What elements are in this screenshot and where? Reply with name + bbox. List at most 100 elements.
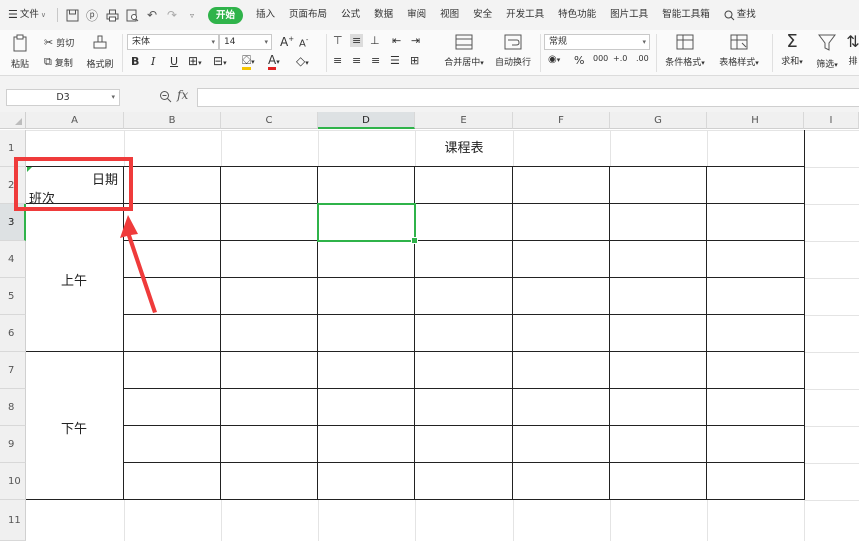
tab-security[interactable]: 安全 — [466, 0, 499, 30]
row-header-7[interactable]: 7 — [0, 352, 26, 389]
table-border — [123, 240, 805, 241]
print-icon[interactable] — [104, 7, 120, 23]
wrap-text-button[interactable]: 自动换行 — [492, 34, 534, 68]
zoom-lookup-icon[interactable] — [159, 90, 172, 106]
sum-button[interactable]: Σ 求和▾ — [778, 32, 806, 68]
font-name-select[interactable]: 宋体 ▾ — [127, 34, 219, 50]
sum-label: 求和▾ — [781, 57, 803, 67]
increase-font-button[interactable]: A+ — [280, 35, 294, 49]
decrease-decimal-button[interactable]: .00 — [636, 54, 649, 63]
tab-insert[interactable]: 插入 — [249, 0, 282, 30]
cut-button[interactable]: ✂ 剪切 — [44, 36, 74, 49]
name-box[interactable]: D3 ▾ — [6, 89, 120, 106]
search-command[interactable]: 查找 — [717, 0, 763, 30]
gridline — [124, 500, 125, 541]
table-title: 课程表 — [444, 141, 484, 156]
print-preview-icon[interactable] — [124, 7, 140, 23]
column-header-d[interactable]: D — [318, 112, 415, 129]
indent-increase-icon[interactable]: ⇥ — [411, 34, 420, 47]
tab-data[interactable]: 数据 — [367, 0, 400, 30]
format-painter-button[interactable]: 格式刷 — [84, 34, 116, 70]
row-header-11[interactable]: 11 — [0, 500, 26, 541]
format-painter-label: 格式刷 — [86, 60, 114, 70]
customize-dropdown-icon[interactable]: ▿ — [184, 7, 200, 23]
align-left-icon[interactable]: ≡ — [333, 54, 342, 67]
export-icon[interactable]: ⓟ — [84, 7, 100, 23]
column-header-g[interactable]: G — [610, 112, 707, 129]
thousands-button[interactable]: 000 — [593, 54, 608, 63]
table-style-button[interactable]: 表格样式▾ — [714, 34, 764, 68]
align-middle-icon[interactable]: ≡ — [350, 34, 364, 47]
column-header-e[interactable]: E — [415, 112, 513, 129]
percent-button[interactable]: % — [574, 54, 584, 67]
search-icon — [724, 10, 735, 20]
menu-bar: ☰ 文件 ∨ ⓟ ↶ ↷ ▿ 开始 插入 页面布局 公式 数据 审阅 视图 安全… — [0, 0, 859, 30]
insert-function-button[interactable]: fx — [177, 88, 188, 102]
underline-button[interactable]: U — [170, 55, 178, 68]
column-header-a[interactable]: A — [26, 112, 124, 129]
row-header-6[interactable]: 6 — [0, 315, 26, 352]
font-name-value: 宋体 — [132, 37, 151, 47]
filter-button[interactable]: 筛选▾ — [812, 32, 842, 70]
column-header-f[interactable]: F — [513, 112, 610, 129]
tab-formulas[interactable]: 公式 — [334, 0, 367, 30]
distributed-icon[interactable]: ⊞ — [410, 54, 419, 67]
redo-icon[interactable]: ↷ — [164, 7, 180, 23]
align-bottom-icon[interactable]: ⊥ — [370, 34, 380, 47]
column-header-i[interactable]: I — [804, 112, 859, 129]
row-header-5[interactable]: 5 — [0, 278, 26, 315]
italic-button[interactable]: I — [151, 55, 155, 68]
align-center-icon[interactable]: ≡ — [352, 54, 361, 67]
cut-label: 剪切 — [56, 39, 75, 49]
font-color-button[interactable]: A▾ — [268, 53, 280, 70]
chevron-down-icon: ▾ — [211, 38, 215, 46]
conditional-format-button[interactable]: 条件格式▾ — [660, 34, 710, 68]
row-header-10[interactable]: 10 — [0, 463, 26, 500]
tab-view[interactable]: 视图 — [433, 0, 466, 30]
column-header-b[interactable]: B — [124, 112, 221, 129]
chevron-down-icon: ▾ — [642, 38, 646, 46]
increase-decimal-button[interactable]: +.0 — [613, 54, 627, 63]
indent-decrease-icon[interactable]: ⇤ — [392, 34, 401, 47]
borders-button[interactable]: ⊞▾ — [188, 54, 202, 68]
justify-icon[interactable]: ☰ — [390, 54, 400, 67]
undo-icon[interactable]: ↶ — [144, 7, 160, 23]
align-right-icon[interactable]: ≡ — [371, 54, 380, 67]
tab-picture-tools[interactable]: 图片工具 — [603, 0, 655, 30]
clear-format-button[interactable]: ◇▾ — [296, 54, 309, 68]
file-menu[interactable]: ☰ 文件 ∨ — [0, 0, 53, 30]
tab-developer[interactable]: 开发工具 — [499, 0, 551, 30]
row-header-4[interactable]: 4 — [0, 241, 26, 278]
tab-review[interactable]: 审阅 — [400, 0, 433, 30]
scissors-icon: ✂ — [44, 36, 54, 49]
clipboard-icon — [13, 34, 27, 52]
red-highlight-box — [14, 157, 133, 211]
currency-button[interactable]: ◉▾ — [548, 54, 560, 65]
fill-pattern-button[interactable]: ⊟▾ — [213, 54, 227, 68]
tab-page-layout[interactable]: 页面布局 — [282, 0, 334, 30]
tab-special-features[interactable]: 特色功能 — [551, 0, 603, 30]
column-header-h[interactable]: H — [707, 112, 804, 129]
decrease-font-button[interactable]: A- — [299, 36, 308, 49]
select-all-corner[interactable] — [0, 112, 26, 129]
sort-button[interactable]: ⇅ 排 — [846, 32, 859, 67]
tab-home[interactable]: 开始 — [208, 6, 244, 24]
number-format-select[interactable]: 常规 ▾ — [544, 34, 650, 50]
save-icon[interactable] — [64, 7, 80, 23]
row-header-8[interactable]: 8 — [0, 389, 26, 426]
align-top-icon[interactable]: ⊤ — [333, 34, 343, 47]
bold-button[interactable]: B — [131, 55, 139, 68]
column-header-c[interactable]: C — [221, 112, 318, 129]
fill-color-button[interactable]: ⛋▾ — [242, 53, 255, 70]
tab-smart-toolbox[interactable]: 智能工具箱 — [655, 0, 717, 30]
gridline — [610, 500, 611, 541]
merge-cells-icon — [455, 34, 473, 50]
merge-center-button[interactable]: 合并居中▾ — [440, 34, 488, 68]
paste-button[interactable]: 粘贴 — [6, 34, 34, 70]
font-size-select[interactable]: 14 ▾ — [219, 34, 272, 50]
copy-button[interactable]: ⧉ 复制 — [44, 55, 73, 69]
gridline — [221, 500, 222, 541]
formula-input[interactable] — [197, 88, 859, 107]
row-header-9[interactable]: 9 — [0, 426, 26, 463]
active-cell-d3[interactable] — [317, 203, 418, 244]
